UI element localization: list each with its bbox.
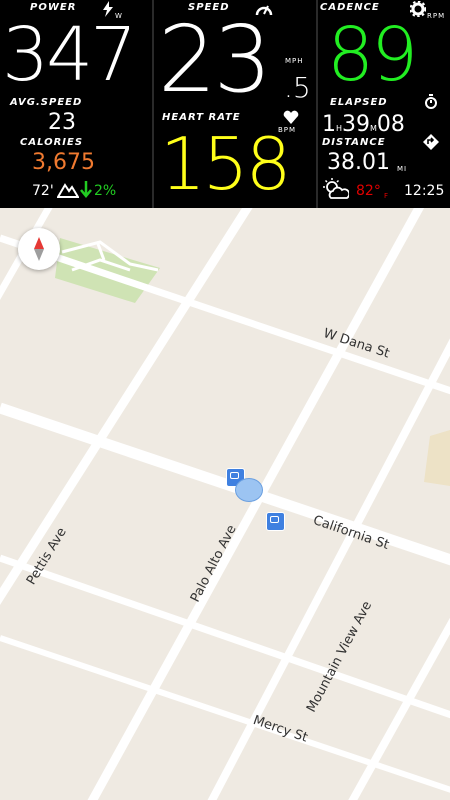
bus-stop-icon[interactable] — [266, 512, 285, 531]
compass-button[interactable] — [18, 228, 60, 270]
power-value: 347 — [2, 12, 137, 98]
map-roads — [0, 208, 450, 800]
speed-unit: MPH — [285, 57, 304, 65]
speed-value: 23 — [158, 6, 272, 113]
avg-speed-label: AVG.SPEED — [10, 97, 83, 108]
clock-value: 12:25 — [404, 183, 445, 199]
distance-label: DISTANCE — [322, 137, 386, 148]
elapsed-minutes: 39 — [342, 112, 371, 137]
speed-decimal: .5 — [284, 71, 311, 104]
distance-value: 38.01 — [327, 150, 390, 175]
distance-unit: MI — [397, 165, 408, 173]
avg-speed-value: 23 — [48, 110, 76, 135]
elapsed-seconds: 08 — [376, 112, 405, 137]
calories-value: 3,675 — [32, 150, 95, 175]
map-view[interactable]: W Dana St California St Pettis Ave Palo … — [0, 208, 450, 800]
dashboard-panel: POWER W 347 AVG.SPEED 23 CALORIES 3,675 … — [0, 0, 450, 208]
grade-value: 2% — [94, 183, 117, 199]
compass-icon — [34, 237, 44, 261]
cadence-value: 89 — [327, 12, 418, 98]
arrow-down-icon — [80, 181, 92, 198]
elapsed-value: 1H39M08 — [322, 112, 405, 137]
heart-rate-value: 158 — [160, 122, 291, 206]
stopwatch-icon — [425, 94, 437, 109]
mountain-icon — [57, 183, 79, 198]
temperature-value: 82° — [356, 183, 381, 199]
cadence-unit: RPM — [427, 12, 446, 20]
elapsed-minutes-unit: M — [370, 124, 377, 133]
divider — [316, 0, 318, 208]
temperature-unit: F — [384, 192, 390, 200]
weather-partly-cloudy-icon — [323, 178, 349, 199]
elevation-value: 72' — [32, 183, 54, 199]
elapsed-label: ELAPSED — [330, 97, 388, 108]
current-location-marker — [235, 478, 263, 502]
calories-label: CALORIES — [20, 137, 84, 148]
elapsed-hours: 1 — [322, 112, 336, 137]
navigation-icon — [423, 134, 439, 150]
divider — [152, 0, 154, 208]
